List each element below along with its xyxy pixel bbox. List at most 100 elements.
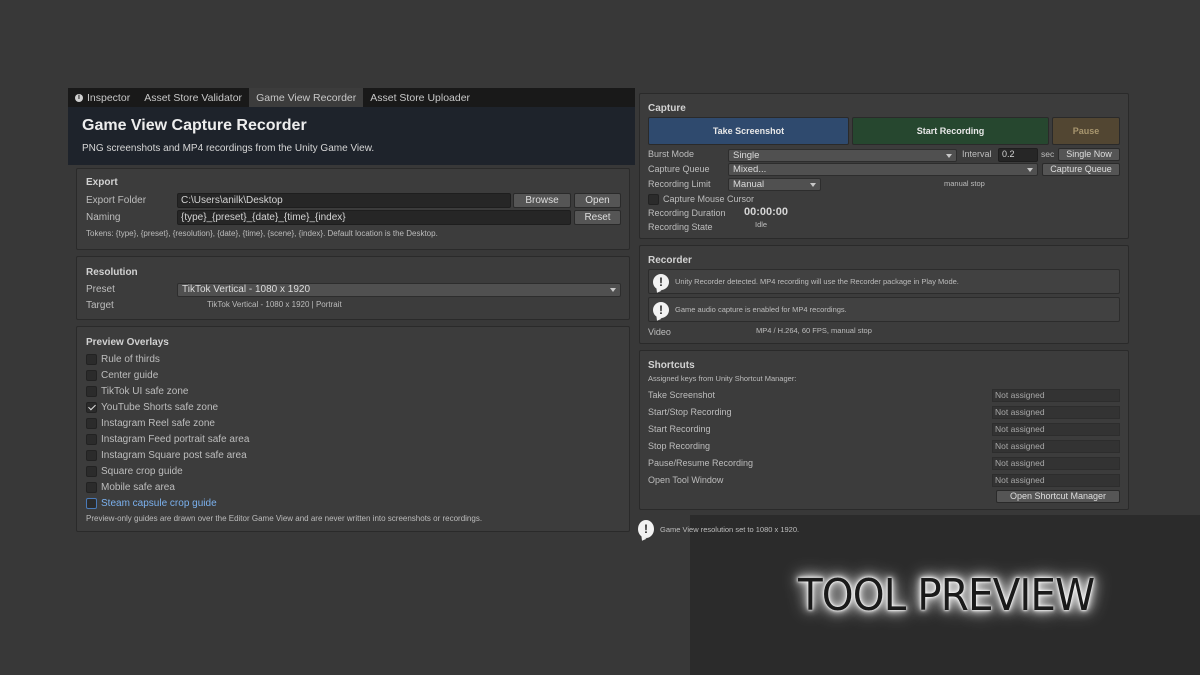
take-screenshot-button[interactable]: Take Screenshot (648, 117, 849, 145)
single-now-button[interactable]: Single Now (1058, 148, 1120, 161)
checkbox-label: Square crop guide (101, 465, 183, 477)
overlays-section: Preview Overlays Rule of thirds Center g… (76, 326, 630, 532)
shortcut-binding-field: Not assigned (992, 389, 1120, 402)
recording-limit-value: Manual (733, 179, 765, 190)
checkbox[interactable] (86, 369, 97, 381)
checkbox[interactable] (86, 449, 97, 461)
shortcut-label: Start Recording (648, 424, 711, 434)
shortcuts-section: Shortcuts Assigned keys from Unity Short… (639, 350, 1129, 510)
recorder-detected-message: ! Unity Recorder detected. MP4 recording… (648, 269, 1120, 294)
checkbox[interactable] (86, 465, 97, 477)
checkbox-checked[interactable] (86, 401, 97, 413)
shortcut-binding-field: Not assigned (992, 440, 1120, 453)
checkbox[interactable] (86, 481, 97, 493)
target-label: Target (86, 300, 114, 311)
capture-queue-dropdown[interactable]: Mixed... (728, 163, 1038, 176)
open-folder-button[interactable]: Open (574, 193, 621, 208)
checkbox-label: Mobile safe area (101, 481, 175, 493)
pause-button[interactable]: Pause (1052, 117, 1120, 145)
tab-asset-store-uploader[interactable]: Asset Store Uploader (363, 88, 477, 107)
shortcut-binding-field: Not assigned (992, 406, 1120, 419)
capture-section: Capture Take Screenshot Start Recording … (639, 93, 1129, 239)
shortcut-label: Open Tool Window (648, 475, 724, 485)
audio-capture-message: ! Game audio capture is enabled for MP4 … (648, 297, 1120, 322)
tab-label: Game View Recorder (256, 91, 357, 104)
shortcuts-subtitle: Assigned keys from Unity Shortcut Manage… (648, 374, 797, 383)
checkbox-label: Rule of thirds (101, 353, 160, 365)
tab-inspector[interactable]: i Inspector (68, 88, 137, 107)
help-text: Unity Recorder detected. MP4 recording w… (675, 277, 959, 286)
overlay-rule-of-thirds[interactable]: Rule of thirds (86, 352, 160, 366)
overlay-tiktok-safe-zone[interactable]: TikTok UI safe zone (86, 384, 188, 398)
chevron-down-icon (946, 154, 952, 158)
export-section: Export Export Folder C:\Users\anilk\Desk… (76, 168, 630, 250)
help-text: Game audio capture is enabled for MP4 re… (675, 305, 847, 314)
recording-limit-dropdown[interactable]: Manual (728, 178, 821, 191)
capture-queue-label: Capture Queue (648, 164, 710, 174)
header-band: Game View Capture Recorder PNG screensho… (68, 107, 635, 165)
tab-game-view-recorder[interactable]: Game View Recorder (249, 88, 364, 107)
checkbox-label: Instagram Square post safe area (101, 449, 247, 461)
overlay-instagram-feed-portrait[interactable]: Instagram Feed portrait safe area (86, 432, 249, 446)
section-title-export: Export (86, 177, 118, 188)
open-shortcut-manager-button[interactable]: Open Shortcut Manager (996, 490, 1120, 503)
start-recording-button[interactable]: Start Recording (852, 117, 1049, 145)
shortcut-label: Pause/Resume Recording (648, 458, 754, 468)
chevron-down-icon (810, 183, 816, 187)
page-title: Game View Capture Recorder (82, 117, 307, 134)
checkbox[interactable] (86, 497, 97, 509)
info-icon: i (75, 93, 83, 102)
section-title-recorder: Recorder (648, 255, 692, 266)
naming-field[interactable]: {type}_{preset}_{date}_{time}_{index} (177, 210, 571, 225)
recording-limit-note: manual stop (944, 179, 985, 188)
video-value: MP4 / H.264, 60 FPS, manual stop (756, 326, 872, 335)
preset-dropdown[interactable]: TikTok Vertical - 1080 x 1920 (177, 283, 621, 297)
interval-field[interactable]: 0.2 (998, 148, 1038, 162)
status-message: ! Game View resolution set to 1080 x 192… (638, 520, 799, 538)
section-title-capture: Capture (648, 103, 686, 114)
overlay-instagram-square-post[interactable]: Instagram Square post safe area (86, 448, 247, 462)
resolution-section: Resolution Preset TikTok Vertical - 1080… (76, 256, 630, 320)
browse-button[interactable]: Browse (513, 193, 571, 208)
overlay-mobile-safe-area[interactable]: Mobile safe area (86, 480, 175, 494)
burst-mode-value: Single (733, 150, 760, 161)
recording-duration-label: Recording Duration (648, 208, 726, 218)
burst-mode-dropdown[interactable]: Single (728, 149, 957, 162)
capture-queue-button[interactable]: Capture Queue (1042, 163, 1120, 176)
tab-label: Inspector (87, 91, 131, 104)
export-folder-field[interactable]: C:\Users\anilk\Desktop (177, 193, 511, 208)
checkbox[interactable] (86, 433, 97, 445)
capture-queue-value: Mixed... (733, 164, 767, 175)
checkbox-label: Center guide (101, 369, 159, 381)
checkbox[interactable] (86, 385, 97, 397)
checkbox-label: Steam capsule crop guide (101, 497, 217, 509)
checkbox[interactable] (648, 193, 659, 205)
checkbox-label: Instagram Feed portrait safe area (101, 433, 250, 445)
section-title-overlays: Preview Overlays (86, 337, 169, 348)
overlay-square-crop-guide[interactable]: Square crop guide (86, 464, 183, 478)
burst-mode-label: Burst Mode (648, 149, 695, 159)
reset-naming-button[interactable]: Reset (574, 210, 621, 225)
tab-asset-store-validator[interactable]: Asset Store Validator (137, 88, 249, 107)
recorder-window: i Inspector Asset Store Validator Game V… (68, 88, 635, 540)
section-title-resolution: Resolution (86, 267, 138, 278)
checkbox-label: Instagram Reel safe zone (101, 417, 215, 429)
preset-value: TikTok Vertical - 1080 x 1920 (182, 284, 311, 295)
overlay-steam-capsule-crop[interactable]: Steam capsule crop guide (86, 496, 217, 510)
chevron-down-icon (610, 288, 616, 292)
tool-preview-caption: TOOL PREVIEW (798, 570, 1095, 621)
overlay-youtube-shorts-safe-zone[interactable]: YouTube Shorts safe zone (86, 400, 218, 414)
checkbox[interactable] (86, 417, 97, 429)
overlay-center-guide[interactable]: Center guide (86, 368, 158, 382)
recording-duration-value: 00:00:00 (744, 206, 789, 218)
preset-label: Preset (86, 284, 115, 295)
interval-label: Interval (962, 149, 992, 159)
page-subtitle: PNG screenshots and MP4 recordings from … (82, 143, 375, 154)
capture-mouse-cursor-toggle[interactable]: Capture Mouse Cursor (648, 192, 754, 206)
chevron-down-icon (1027, 168, 1033, 172)
tab-label: Asset Store Uploader (370, 91, 471, 104)
overlay-instagram-reel-safe-zone[interactable]: Instagram Reel safe zone (86, 416, 215, 430)
tab-label: Asset Store Validator (144, 91, 243, 104)
checkbox[interactable] (86, 353, 97, 365)
shortcut-label: Take Screenshot (648, 390, 716, 400)
